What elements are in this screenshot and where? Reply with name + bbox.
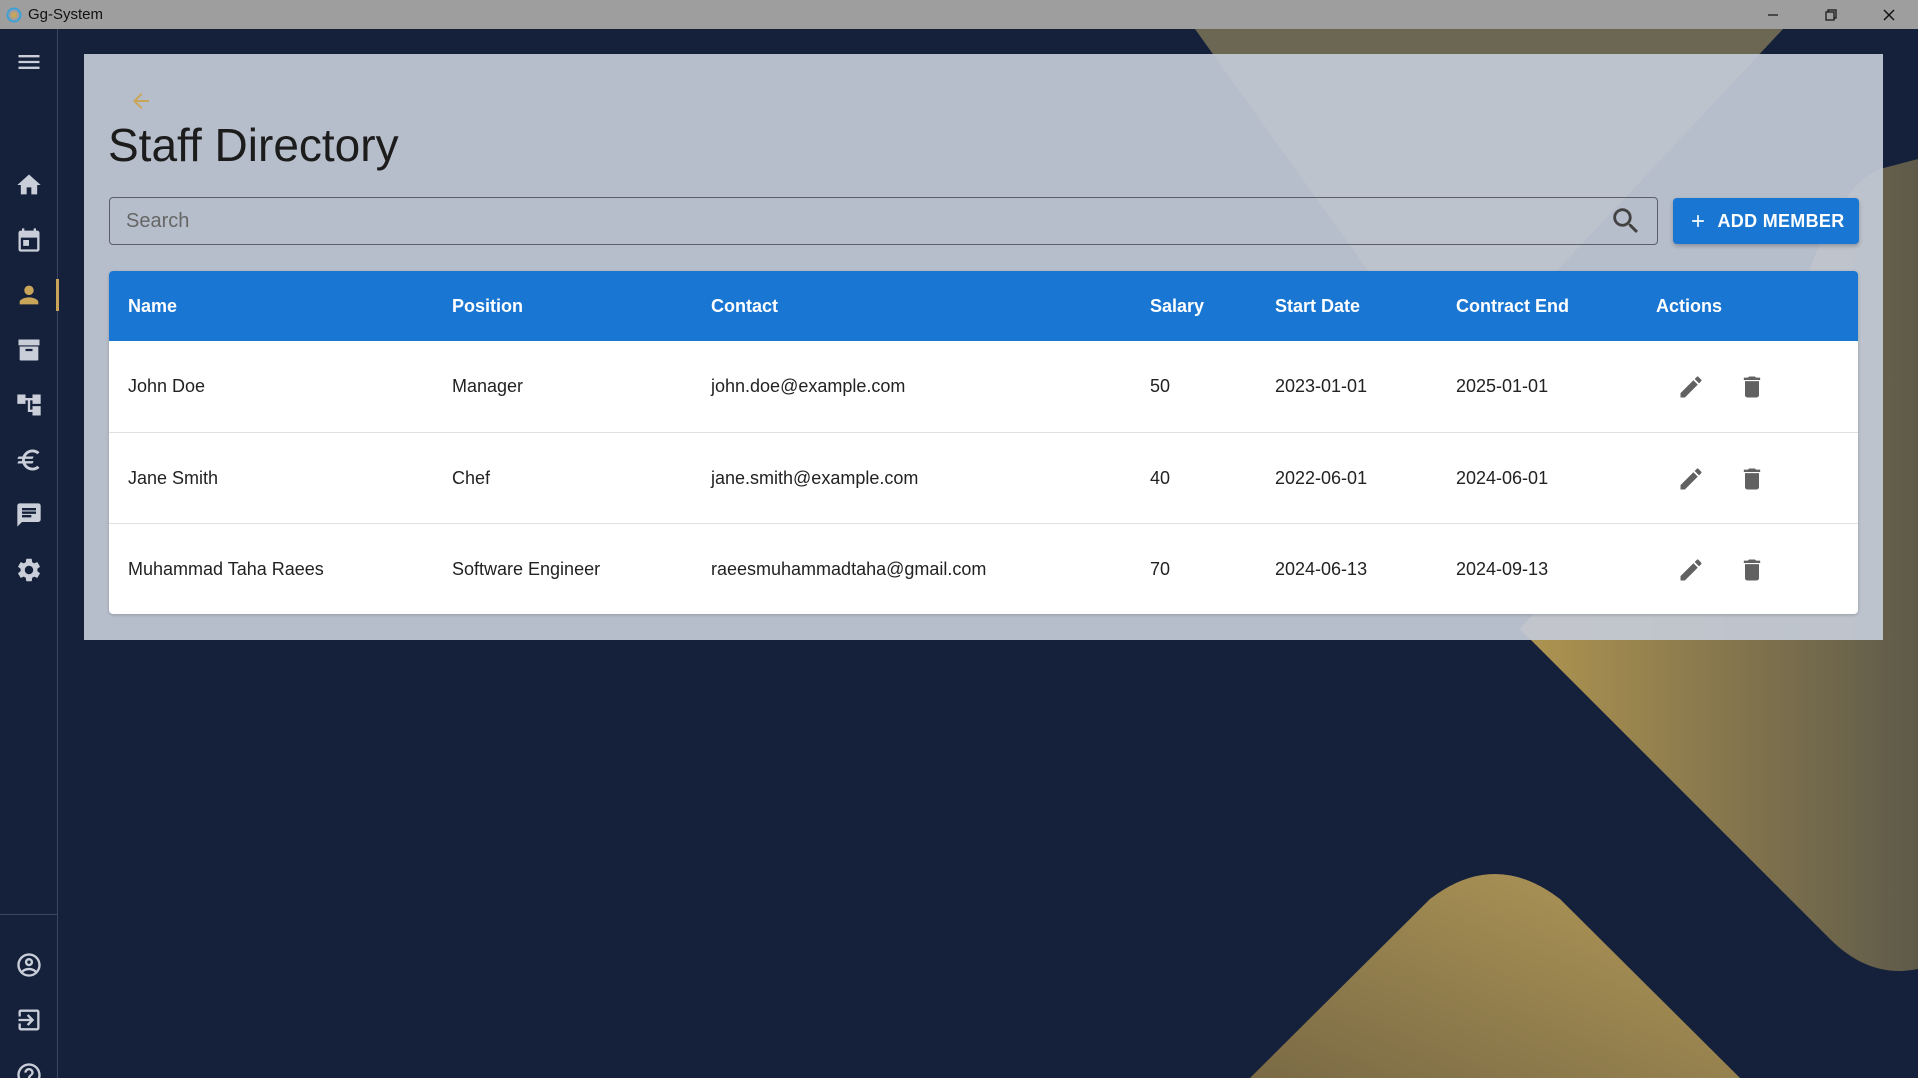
cell-salary: 50 — [1150, 376, 1171, 396]
cell-contract-end: 2025-01-01 — [1456, 376, 1549, 396]
column-header-contract-end[interactable]: Contract End — [1456, 296, 1569, 317]
help-icon — [17, 1063, 41, 1078]
app-window: Gg-System Staff Directory Search ADD MEM… — [0, 0, 1918, 1078]
edit-icon — [1680, 376, 1702, 398]
add-member-label: ADD MEMBER — [1717, 210, 1845, 231]
cell-salary: 70 — [1150, 559, 1171, 579]
calendar-icon — [18, 228, 40, 252]
home-icon — [17, 174, 41, 195]
trash-icon — [1743, 376, 1761, 398]
sidebar-menu-button[interactable] — [0, 40, 58, 84]
table-row: Muhammad Taha Raees Software Engineer ra… — [109, 523, 1858, 614]
table-row: Jane Smith Chef jane.smith@example.com 4… — [109, 432, 1858, 523]
sidebar-item-hierarchy[interactable] — [0, 383, 58, 427]
app-logo-icon — [6, 7, 22, 22]
arrow-back-icon — [133, 93, 149, 109]
cell-position: Chef — [452, 468, 491, 488]
cell-contact: raeesmuhammadtaha@gmail.com — [711, 559, 987, 579]
edit-icon — [1680, 559, 1702, 581]
sidebar-item-messages[interactable] — [0, 493, 58, 537]
add-member-button[interactable]: ADD MEMBER — [1673, 198, 1859, 244]
edit-button[interactable] — [1675, 463, 1707, 495]
cell-position: Software Engineer — [452, 559, 601, 579]
chat-icon — [17, 503, 41, 527]
sidebar-item-calendar[interactable] — [0, 218, 58, 262]
hierarchy-icon — [17, 394, 41, 416]
cell-start-date: 2022-06-01 — [1275, 468, 1368, 488]
person-icon — [19, 285, 39, 305]
sidebar-divider — [0, 914, 58, 915]
restore-button[interactable] — [1802, 0, 1860, 29]
delete-button[interactable] — [1736, 463, 1768, 495]
sidebar-item-staff[interactable] — [0, 273, 59, 317]
account-circle-icon — [17, 953, 41, 977]
page-title: Staff Directory — [108, 119, 399, 171]
cell-position: Manager — [452, 376, 524, 396]
sidebar-item-settings[interactable] — [0, 548, 58, 592]
minimize-icon — [1768, 13, 1778, 16]
sidebar-item-help[interactable] — [0, 1053, 58, 1078]
window-controls — [1744, 0, 1918, 29]
cell-contact: john.doe@example.com — [711, 376, 906, 396]
column-header-salary[interactable]: Salary — [1150, 296, 1204, 317]
cell-start-date: 2024-06-13 — [1275, 559, 1368, 579]
column-header-position[interactable]: Position — [452, 296, 523, 317]
table-row: John Doe Manager john.doe@example.com 50… — [109, 341, 1858, 432]
menu-icon — [18, 55, 40, 69]
minimize-button[interactable] — [1744, 0, 1802, 29]
search-icon[interactable] — [1609, 204, 1643, 238]
column-header-contact[interactable]: Contact — [711, 296, 778, 317]
back-button[interactable] — [126, 86, 156, 116]
cell-name: John Doe — [128, 376, 206, 396]
delete-button[interactable] — [1736, 554, 1768, 586]
sidebar-item-home[interactable] — [0, 163, 58, 207]
settings-icon — [18, 558, 40, 582]
search-field — [109, 197, 1658, 245]
delete-button[interactable] — [1736, 371, 1768, 403]
search-input[interactable] — [110, 198, 1609, 244]
table-header: Name Position Contact Salary Start Date … — [109, 271, 1858, 341]
cell-name: Muhammad Taha Raees — [128, 559, 324, 579]
cell-start-date: 2023-01-01 — [1275, 376, 1368, 396]
cell-contract-end: 2024-09-13 — [1456, 559, 1549, 579]
sidebar-item-finance[interactable] — [0, 438, 58, 482]
logout-icon — [18, 1009, 40, 1031]
edit-button[interactable] — [1675, 371, 1707, 403]
sidebar-item-account[interactable] — [0, 943, 58, 987]
archive-icon — [18, 339, 40, 361]
edit-button[interactable] — [1675, 554, 1707, 586]
edit-icon — [1680, 468, 1702, 490]
column-header-actions: Actions — [1656, 295, 1723, 316]
cell-contract-end: 2024-06-01 — [1456, 468, 1549, 488]
trash-icon — [1743, 559, 1761, 581]
trash-icon — [1743, 468, 1761, 490]
window-title: Gg-System — [28, 6, 104, 23]
sidebar — [0, 29, 59, 1078]
cell-name: Jane Smith — [128, 468, 219, 488]
table-body: John Doe Manager john.doe@example.com 50… — [109, 341, 1858, 614]
sidebar-item-logout[interactable] — [0, 998, 58, 1042]
cell-salary: 40 — [1150, 468, 1171, 488]
title-bar: Gg-System — [0, 0, 1918, 29]
close-button[interactable] — [1860, 0, 1918, 29]
sidebar-item-archive[interactable] — [0, 328, 58, 372]
staff-table: Name Position Contact Salary Start Date … — [109, 271, 1858, 614]
euro-icon — [17, 449, 40, 471]
cell-contact: jane.smith@example.com — [711, 468, 919, 488]
close-icon — [1883, 9, 1895, 20]
staff-directory-panel: Staff Directory ADD MEMBER Name Position… — [84, 54, 1883, 640]
column-header-name[interactable]: Name — [128, 296, 177, 317]
restore-icon — [1825, 8, 1837, 21]
column-header-start-date[interactable]: Start Date — [1275, 296, 1360, 317]
plus-icon — [1691, 215, 1704, 227]
